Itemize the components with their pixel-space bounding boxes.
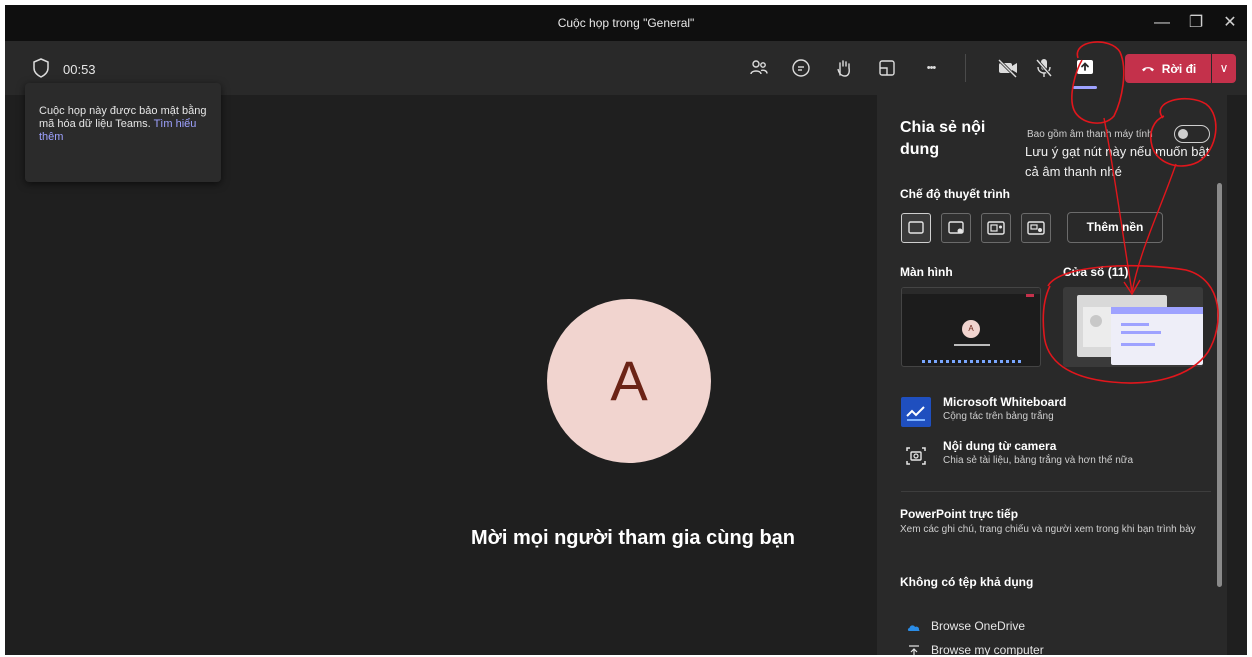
screen-section-label: Màn hình [900, 265, 953, 279]
content-only-icon[interactable] [901, 213, 931, 243]
leave-options-chevron[interactable]: ∨ [1212, 54, 1236, 83]
reporter-icon[interactable] [1021, 213, 1051, 243]
presenter-mode-label: Chế độ thuyết trình [900, 187, 1010, 201]
encryption-tooltip: Cuộc họp này được bảo mật bằng mã hóa dữ… [25, 83, 221, 182]
people-icon[interactable] [747, 56, 771, 80]
app-subtitle: Cộng tác trên bảng trắng [943, 411, 1054, 422]
maximize-button[interactable]: ❐ [1181, 11, 1211, 35]
camera-content-icon [901, 441, 931, 471]
share-screen-button[interactable] [1067, 49, 1103, 89]
app-subtitle: Chia sẻ tài liệu, bảng trắng và hơn thế … [943, 455, 1134, 466]
browse-label: Browse OneDrive [931, 619, 1026, 633]
teams-meeting-window: Cuộc họp trong "General" — ❐ ✕ 00:53 ••• [5, 5, 1247, 655]
window-section-label: Cửa sổ (11) [1063, 265, 1129, 279]
chat-icon[interactable] [789, 56, 813, 80]
toolbar-divider [965, 54, 966, 82]
powerpoint-live-description: Xem các ghi chú, trang chiếu và người xe… [900, 524, 1196, 535]
active-indicator [1073, 86, 1097, 89]
share-screen-icon [1077, 60, 1093, 74]
toggle-knob [1178, 128, 1188, 139]
app-title: Microsoft Whiteboard [943, 395, 1067, 409]
onedrive-icon [907, 620, 921, 634]
include-audio-label: Bao gồm âm thanh máy tính [1027, 129, 1153, 140]
add-background-button[interactable]: Thêm nền [1067, 212, 1163, 243]
shield-icon[interactable] [29, 56, 53, 80]
mic-off-icon[interactable] [1032, 56, 1056, 80]
standout-icon[interactable] [941, 213, 971, 243]
window-title: Cuộc họp trong "General" [557, 16, 695, 30]
avatar: A [547, 299, 711, 463]
app-title: Nội dung từ camera [943, 439, 1057, 453]
window-thumbnail[interactable] [1063, 287, 1203, 367]
panel-scrollbar[interactable] [1217, 183, 1222, 587]
annotation-note: Lưu ý gạt nút này nếu muốn bật cả âm tha… [1025, 144, 1210, 179]
no-files-label: Không có tệp khả dụng [900, 575, 1034, 589]
screen-thumbnail[interactable]: A [901, 287, 1041, 367]
rooms-icon[interactable] [875, 56, 899, 80]
side-by-side-icon[interactable] [981, 213, 1011, 243]
title-bar: Cuộc họp trong "General" — ❐ ✕ [5, 5, 1247, 41]
include-audio-toggle[interactable] [1174, 125, 1210, 143]
browse-label: Browse my computer [931, 643, 1044, 655]
powerpoint-live-title: PowerPoint trực tiếp [900, 507, 1019, 521]
whiteboard-icon [901, 397, 931, 427]
invite-text: Mời mọi người tham gia cùng bạn [470, 527, 796, 549]
more-icon[interactable]: ••• [919, 56, 943, 80]
leave-label: Rời đi [1161, 61, 1197, 76]
upload-icon [907, 644, 921, 655]
leave-button[interactable]: Rời đi [1125, 54, 1211, 83]
close-button[interactable]: ✕ [1215, 11, 1245, 35]
minimize-button[interactable]: — [1147, 11, 1177, 35]
meeting-timer: 00:53 [63, 62, 96, 77]
panel-title: Chia sẻ nội dung [900, 119, 986, 158]
camera-off-icon[interactable] [996, 56, 1020, 80]
hang-up-icon [1141, 66, 1154, 71]
raise-hand-icon[interactable] [832, 56, 856, 80]
section-divider [901, 491, 1211, 492]
thumbnail-avatar: A [962, 320, 980, 338]
